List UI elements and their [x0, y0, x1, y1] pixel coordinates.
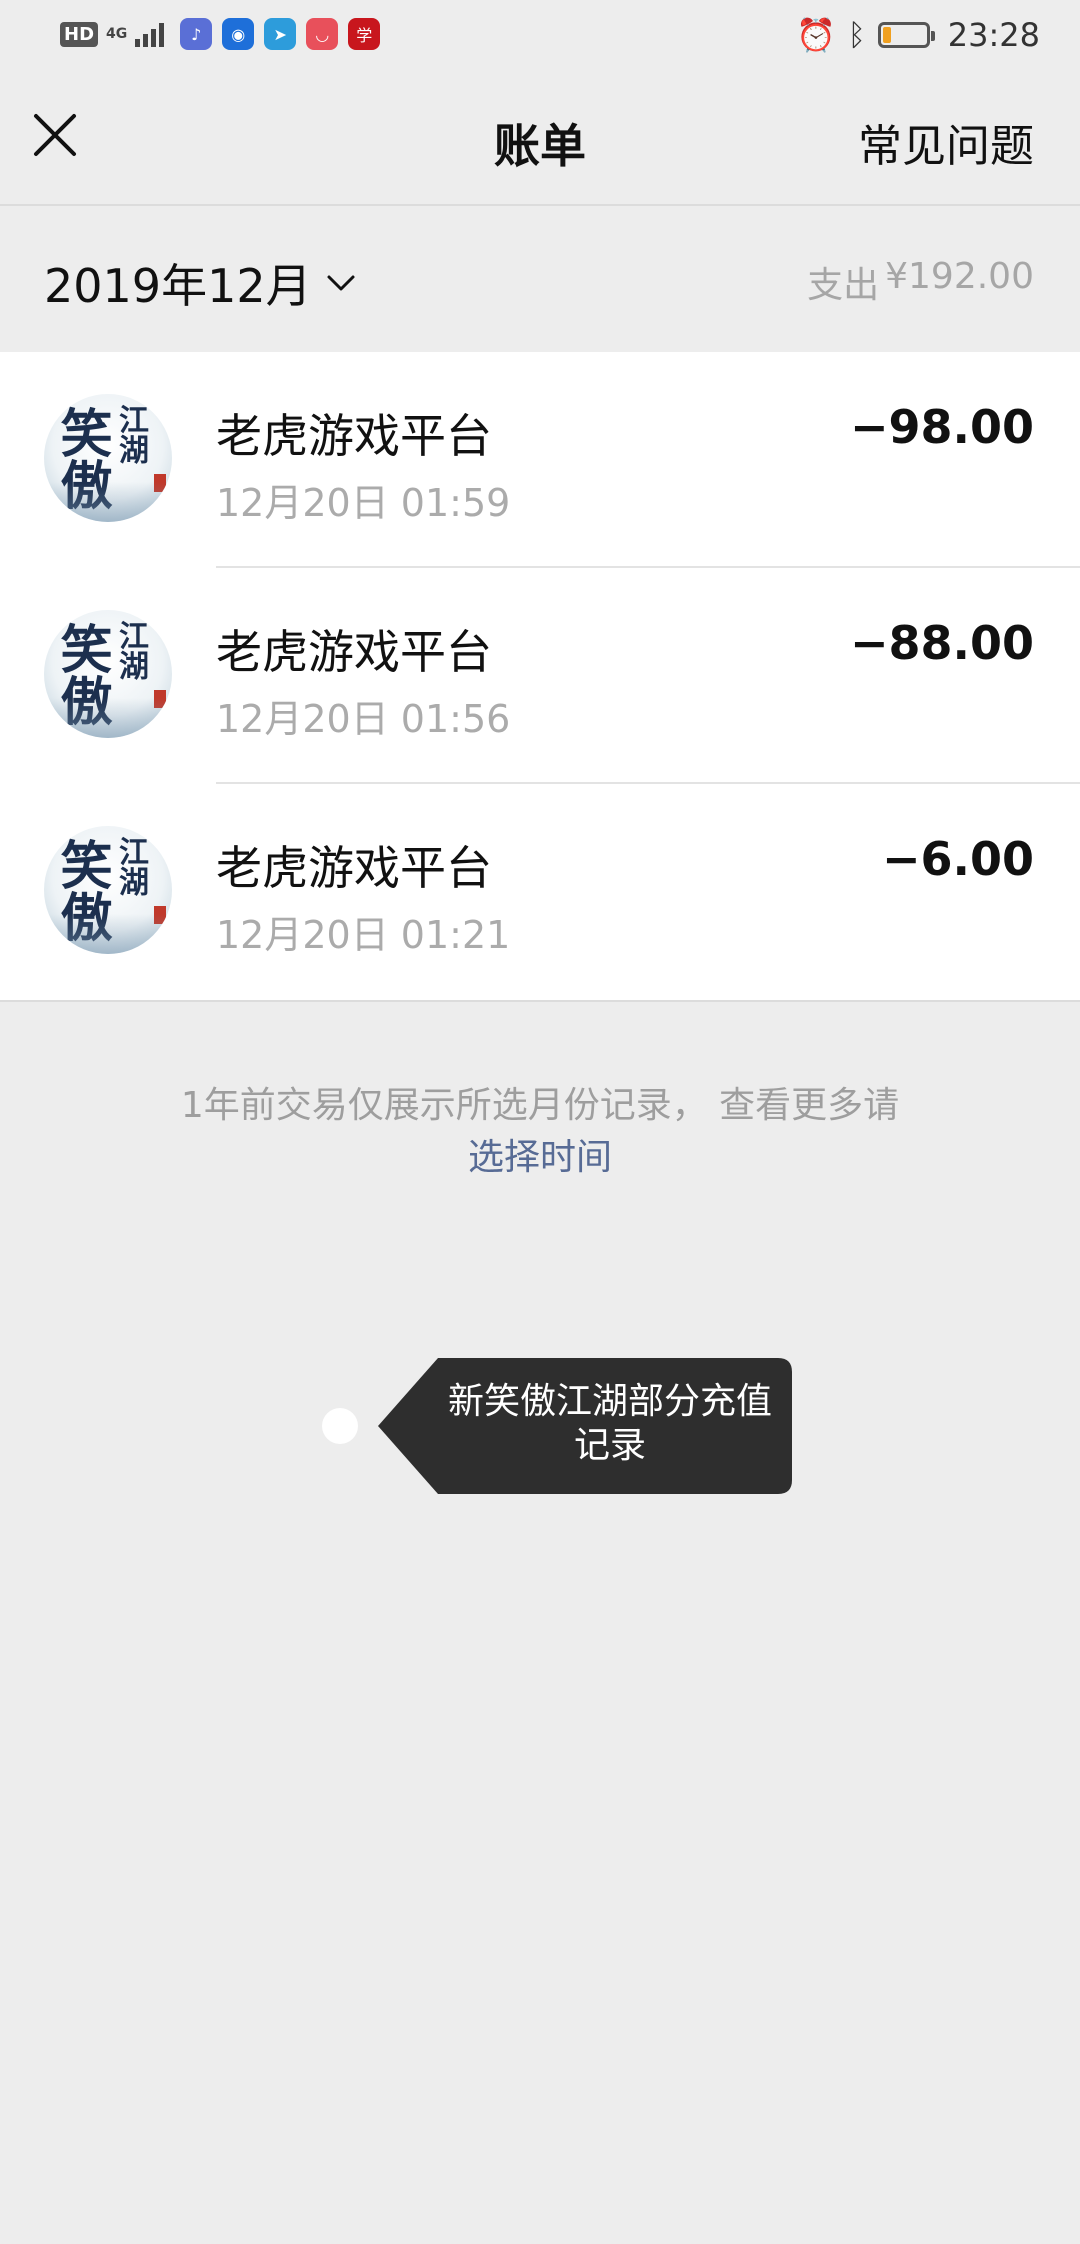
status-left: HD 4G ♪ ◉ ➤ ◡ 学 [60, 18, 381, 50]
transaction-row[interactable]: 笑傲 江湖 老虎游戏平台 12月20日 01:56 −88.00 [0, 568, 1080, 784]
avatar-mist [44, 482, 172, 522]
month-header: 2019年12月 支出 ¥192.00 [0, 206, 1080, 352]
transaction-amount: −88.00 [849, 616, 1034, 670]
clock: 23:28 [947, 16, 1040, 54]
transaction-row[interactable]: 笑傲 江湖 老虎游戏平台 12月20日 01:59 −98.00 [0, 352, 1080, 568]
bluetooth-icon: ᛒ [847, 17, 866, 53]
avatar-text-small: 江湖 [113, 404, 148, 464]
status-bar: HD 4G ♪ ◉ ➤ ◡ 学 ⏰ ᛒ 23:28 [0, 0, 1080, 72]
transaction-time: 12月20日 01:59 [216, 481, 511, 525]
month-selector[interactable]: 2019年12月 [44, 250, 356, 316]
transaction-time: 12月20日 01:56 [216, 697, 511, 741]
select-time-link[interactable]: 选择时间 [0, 1132, 1080, 1184]
signal-icon [135, 21, 165, 47]
expense-amount: ¥192.00 [885, 256, 1034, 297]
battery-icon [877, 22, 935, 48]
expense-label: 支出 [807, 265, 880, 306]
merchant-avatar: 笑傲 江湖 [44, 610, 172, 738]
status-right: ⏰ ᛒ 23:28 [796, 16, 1040, 54]
app-icons: ♪ ◉ ➤ ◡ 学 [180, 18, 381, 50]
faq-link[interactable]: 常见问题 [858, 110, 1034, 174]
month-label: 2019年12月 [44, 259, 312, 313]
merchant-name: 老虎游戏平台 [216, 409, 492, 463]
battery-level [882, 27, 891, 43]
tooltip: 新笑傲江湖部分充值记录 [378, 1358, 792, 1494]
transaction-list: 笑傲 江湖 老虎游戏平台 12月20日 01:59 −98.00 笑傲 江湖 老虎游戏平台 12… [0, 352, 1080, 1002]
alarm-icon: ⏰ [795, 16, 836, 54]
avatar-text-small: 江湖 [113, 836, 148, 896]
transaction-row[interactable]: 笑傲 江湖 老虎游戏平台 12月20日 01:21 −6.00 [0, 784, 1080, 1000]
transaction-amount: −6.00 [881, 832, 1034, 886]
merchant-avatar: 笑傲 江湖 [44, 394, 172, 522]
avatar-mist [44, 698, 172, 738]
history-note-text: 1年前交易仅展示所选月份记录， 查看更多请 [180, 1085, 900, 1126]
chevron-down-icon [327, 275, 355, 291]
avatar-text-small: 江湖 [113, 620, 148, 680]
merchant-name: 老虎游戏平台 [216, 625, 492, 679]
music-app-icon: ♪ [180, 18, 213, 50]
transaction-time: 12月20日 01:21 [216, 913, 511, 957]
tooltip-anchor-dot [322, 1408, 358, 1444]
transaction-amount: −98.00 [849, 400, 1034, 454]
merchant-avatar: 笑傲 江湖 [44, 826, 172, 954]
network-type: 4G [106, 26, 128, 42]
merchant-name: 老虎游戏平台 [216, 841, 492, 895]
avatar-mist [44, 914, 172, 954]
nav-bar: 账单 常见问题 [0, 72, 1080, 206]
huawei-mall-app-icon: ◡ [306, 18, 339, 50]
tooltip-text: 新笑傲江湖部分充值记录 [447, 1381, 772, 1466]
bird-app-icon: ➤ [264, 18, 297, 50]
study-app-icon: 学 [348, 18, 381, 50]
month-expense: 支出 ¥192.00 [807, 256, 1034, 308]
hd-indicator: HD [60, 21, 99, 47]
history-note: 1年前交易仅展示所选月份记录， 查看更多请 选择时间 [0, 1080, 1080, 1184]
bulb-app-icon: ◉ [222, 18, 255, 50]
